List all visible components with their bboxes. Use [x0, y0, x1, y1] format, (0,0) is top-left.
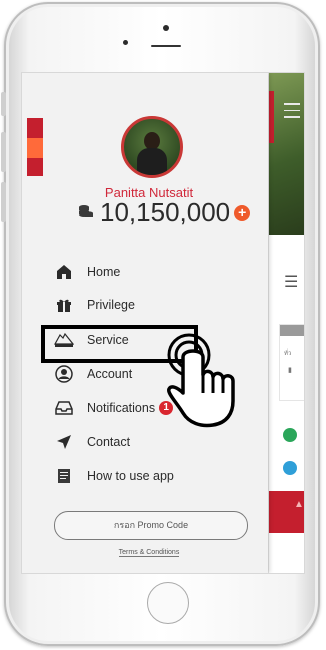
card-text: ทั่ว: [284, 351, 292, 357]
terms-label: Terms & Conditions: [118, 549, 180, 557]
divider: [268, 73, 269, 573]
hamburger-icon[interactable]: [284, 103, 300, 123]
volume-down-button: [1, 182, 6, 222]
navigation-drawer: Panitta Nutsatit 10,150,000 + Home Privi…: [22, 73, 268, 573]
paper-plane-icon: [54, 432, 74, 452]
tap-hand-icon: [167, 333, 235, 428]
menu-label-home: Home: [87, 265, 121, 279]
mute-switch: [1, 92, 6, 116]
volume-up-button: [1, 132, 6, 172]
menu-label-account: Account: [87, 367, 133, 381]
menu-label-notifications: Notifications: [87, 401, 156, 415]
home-button[interactable]: [147, 582, 189, 624]
proximity-sensor: [123, 40, 128, 45]
drawer-accent-red: [27, 118, 43, 138]
document-icon: [54, 466, 74, 486]
gift-icon: [54, 295, 74, 315]
menu-item-privilege[interactable]: Privilege: [54, 290, 244, 320]
menu-label-contact: Contact: [87, 435, 131, 449]
plus-icon[interactable]: +: [234, 205, 251, 221]
info-card[interactable]: [280, 325, 304, 400]
home-icon: [54, 262, 74, 282]
menu-label-how-to-use: How to use app: [87, 469, 174, 483]
user-icon: [54, 364, 74, 384]
green-status-icon[interactable]: [283, 428, 297, 442]
promo-code-button[interactable]: กรอก Promo Code: [54, 511, 248, 540]
points-balance: 10,150,000 +: [54, 197, 274, 228]
menu-label-privilege: Privilege: [87, 298, 135, 312]
avatar[interactable]: [121, 116, 183, 178]
bottom-banner[interactable]: [268, 491, 304, 533]
earpiece-speaker: [151, 45, 181, 47]
menu-item-contact[interactable]: Contact: [54, 427, 244, 457]
menu-item-home[interactable]: Home: [54, 257, 244, 287]
front-camera: [163, 25, 169, 31]
terms-link[interactable]: Terms & Conditions: [22, 549, 276, 557]
service-logo-icon: ▲: [294, 499, 304, 510]
balance-value: 10,150,000: [100, 197, 231, 227]
menu-item-how-to-use[interactable]: How to use app: [54, 461, 244, 491]
avatar-body: [137, 148, 167, 175]
app-screen: ☰ ทั่ว ▮ ▲ Panitta Nutsatit 10,150,000 +…: [22, 73, 304, 573]
inbox-icon: [54, 398, 74, 418]
coin-stack-icon: ☰: [284, 274, 299, 291]
blue-status-icon[interactable]: [283, 461, 297, 475]
drawer-accent-orange: [27, 138, 43, 158]
card-icon: ▮: [288, 367, 292, 374]
coin-stack-icon: [78, 205, 98, 222]
drawer-accent-red-2: [27, 158, 43, 176]
